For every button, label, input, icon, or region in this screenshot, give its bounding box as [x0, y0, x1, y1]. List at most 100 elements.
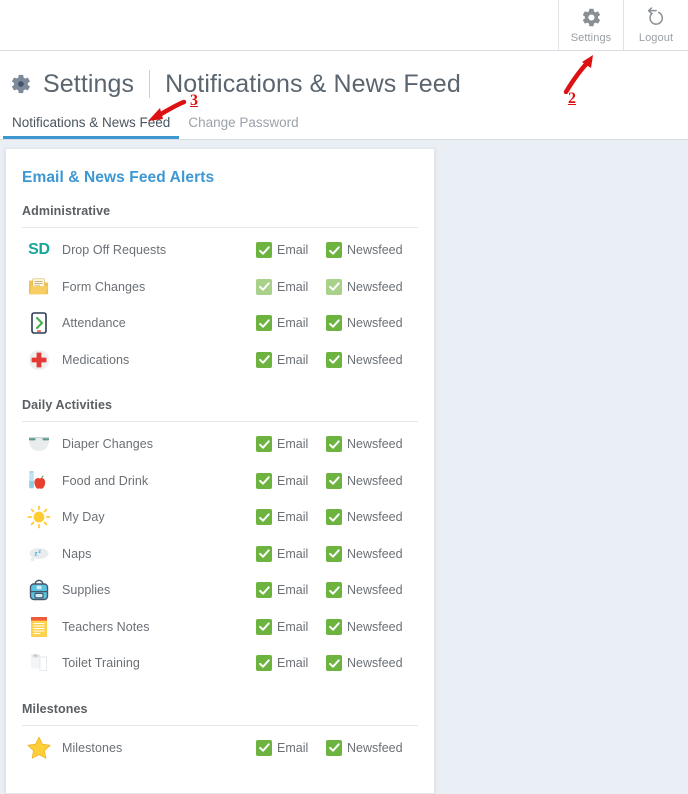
alerts-card: Email & News Feed Alerts Administrative S… [5, 148, 435, 794]
email-checkbox[interactable]: Email [256, 472, 326, 489]
checkbox-checked-icon [326, 545, 342, 562]
newsfeed-checkbox[interactable]: Newsfeed [326, 582, 418, 599]
checkbox-checked-icon [326, 739, 342, 756]
checkbox-checked-icon [256, 315, 272, 332]
alert-row: My Day Email Newsfeed [22, 499, 418, 536]
email-checkbox[interactable]: Email [256, 436, 326, 453]
notepad-icon [22, 616, 56, 638]
newsfeed-checkbox[interactable]: Newsfeed [326, 545, 418, 562]
page-title-primary: Settings [43, 69, 135, 98]
alert-row-label: Form Changes [62, 279, 146, 294]
newsfeed-checkbox-label: Newsfeed [347, 243, 403, 258]
email-checkbox-label: Email [277, 352, 309, 367]
alert-row-label: My Day [62, 510, 105, 525]
email-checkbox[interactable]: Email [256, 242, 326, 259]
medical-cross-icon [22, 349, 56, 371]
checkbox-checked-icon [326, 242, 342, 259]
email-checkbox[interactable]: Email [256, 545, 326, 562]
email-checkbox[interactable]: Email [256, 618, 326, 635]
newsfeed-checkbox-label: Newsfeed [347, 656, 403, 671]
tab-bar: Notifications & News Feed Change Passwor… [0, 112, 688, 139]
email-checkbox[interactable]: Email [256, 351, 326, 368]
logout-button-label: Logout [638, 31, 674, 44]
alert-row-label: Toilet Training [62, 656, 140, 671]
annotation-arrow-2 [563, 55, 593, 94]
sections-container: Administrative SD Drop Off Requests Email Ne… [22, 204, 418, 775]
settings-button[interactable]: Settings [558, 0, 623, 50]
newsfeed-checkbox[interactable]: Newsfeed [326, 278, 418, 295]
checkbox-checked-icon [256, 436, 272, 453]
email-checkbox[interactable]: Email [256, 582, 326, 599]
alert-row-label: Medications [62, 352, 130, 367]
checkbox-checked-icon [256, 545, 272, 562]
checkbox-checked-icon [326, 618, 342, 635]
checkbox-checked-icon [256, 655, 272, 672]
checkbox-checked-icon [256, 351, 272, 368]
diaper-icon [22, 435, 56, 453]
alert-row-label: Food and Drink [62, 473, 149, 488]
title-divider [149, 70, 151, 98]
newsfeed-checkbox[interactable]: Newsfeed [326, 351, 418, 368]
email-checkbox-label: Email [277, 243, 309, 258]
newsfeed-checkbox[interactable]: Newsfeed [326, 242, 418, 259]
checkbox-checked-icon [256, 509, 272, 526]
alert-row: Attendance Email Newsfeed [22, 305, 418, 342]
email-checkbox[interactable]: Email [256, 655, 326, 672]
checkbox-checked-icon [256, 739, 272, 756]
newsfeed-checkbox-label: Newsfeed [347, 510, 403, 525]
checkbox-checked-icon [326, 436, 342, 453]
email-checkbox-label: Email [277, 279, 309, 294]
newsfeed-checkbox[interactable]: Newsfeed [326, 509, 418, 526]
email-checkbox[interactable]: Email [256, 739, 326, 756]
checkbox-checked-icon [256, 618, 272, 635]
annotation-number-2: 2 [568, 90, 576, 107]
alert-row-label: Teachers Notes [62, 619, 150, 634]
checkbox-checked-icon [256, 472, 272, 489]
alert-row: z z Naps Email Newsfeed [22, 536, 418, 573]
bottle-apple-icon [22, 470, 56, 492]
phone-checkin-icon [22, 312, 56, 335]
checkbox-checked-icon [326, 582, 342, 599]
section-divider [22, 227, 418, 228]
newsfeed-checkbox-label: Newsfeed [347, 619, 403, 634]
alert-row: SD Drop Off Requests Email Newsfeed [22, 232, 418, 269]
svg-text:z: z [38, 549, 41, 555]
logout-button[interactable]: Logout [623, 0, 688, 50]
checkbox-checked-icon [256, 582, 272, 599]
star-icon [22, 736, 56, 759]
tab-change-password[interactable]: Change Password [179, 115, 307, 139]
email-checkbox-label: Email [277, 583, 309, 598]
top-bar: Settings Logout [0, 0, 688, 51]
email-checkbox[interactable]: Email [256, 278, 326, 295]
checkbox-checked-icon [326, 278, 342, 295]
newsfeed-checkbox[interactable]: Newsfeed [326, 739, 418, 756]
alert-row: Form Changes Email Newsfeed [22, 269, 418, 306]
alert-row: Supplies Email Newsfeed [22, 572, 418, 609]
page-title-secondary: Notifications & News Feed [165, 69, 461, 98]
email-checkbox[interactable]: Email [256, 315, 326, 332]
newsfeed-checkbox[interactable]: Newsfeed [326, 618, 418, 635]
newsfeed-checkbox[interactable]: Newsfeed [326, 315, 418, 332]
newsfeed-checkbox-label: Newsfeed [347, 316, 403, 331]
newsfeed-checkbox[interactable]: Newsfeed [326, 472, 418, 489]
newsfeed-checkbox-label: Newsfeed [347, 546, 403, 561]
newsfeed-checkbox-label: Newsfeed [347, 352, 403, 367]
alert-row-label: Milestones [62, 740, 123, 755]
newsfeed-checkbox[interactable]: Newsfeed [326, 436, 418, 453]
newsfeed-checkbox[interactable]: Newsfeed [326, 655, 418, 672]
alert-row-label: Drop Off Requests [62, 243, 167, 258]
alert-row-label: Diaper Changes [62, 437, 154, 452]
gear-icon [580, 7, 602, 29]
checkbox-checked-icon [326, 655, 342, 672]
checkbox-checked-icon [326, 509, 342, 526]
email-checkbox-label: Email [277, 510, 309, 525]
checkbox-checked-icon [256, 242, 272, 259]
settings-button-label: Settings [570, 31, 612, 44]
email-checkbox-label: Email [277, 437, 309, 452]
sd-logo-icon: SD [28, 241, 50, 259]
checkbox-checked-icon [256, 278, 272, 295]
annotation-arrow-3 [148, 99, 187, 121]
email-checkbox[interactable]: Email [256, 509, 326, 526]
section-divider [22, 724, 418, 726]
